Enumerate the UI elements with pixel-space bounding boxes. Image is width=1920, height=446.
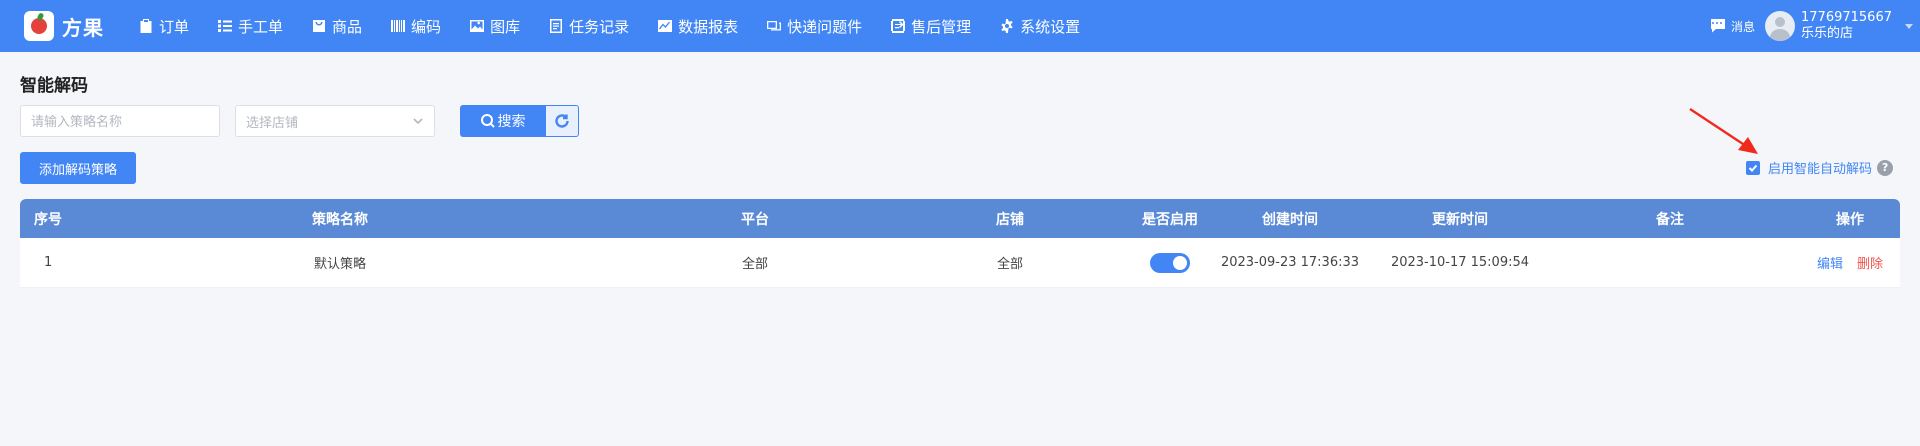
user-store: 乐乐的店: [1801, 26, 1854, 41]
table-row: 1 默认策略 全部 全部 2023-09-23 17:36:33 2023-10…: [20, 238, 1900, 288]
document-icon: [550, 19, 563, 33]
strategy-name-input[interactable]: [20, 105, 220, 137]
store-select-placeholder: 选择店铺: [246, 115, 299, 131]
auto-decode-label: 启用智能自动解码: [1768, 162, 1873, 177]
logo-apple-icon: [24, 11, 54, 41]
search-icon: [480, 114, 495, 128]
col-header-actions: 操作: [1836, 211, 1864, 228]
col-header-updated: 更新时间: [1432, 211, 1488, 228]
image-icon: [470, 20, 485, 32]
col-header-remark: 备注: [1656, 211, 1684, 228]
add-decode-strategy-button[interactable]: 添加解码策略: [20, 152, 136, 184]
col-header-platform: 平台: [741, 211, 769, 228]
nav-item-data-reports[interactable]: 数据报表: [643, 0, 752, 52]
list-icon: [218, 20, 233, 32]
caret-down-icon: [1905, 24, 1913, 29]
auto-decode-toggle[interactable]: 启用智能自动解码 ?: [1746, 158, 1894, 177]
cell-platform: 全部: [741, 257, 768, 272]
auto-decode-checkbox[interactable]: [1746, 160, 1760, 175]
exchange-icon: [891, 19, 906, 33]
nav-item-after-sales[interactable]: 售后管理: [876, 0, 985, 52]
package-icon: [767, 21, 782, 31]
nav-item-codes[interactable]: 编码: [376, 0, 455, 52]
user-menu-toggle[interactable]: [1898, 0, 1920, 52]
bag-icon: [313, 20, 326, 32]
cell-name: 默认策略: [313, 257, 366, 272]
top-nav-bar: 方果 订单 手工单 商品 编码 图库 任务记录 数据报表 快递问题件 售后管理 …: [0, 0, 1920, 52]
message-icon: [1711, 19, 1725, 33]
messages-button[interactable]: 消息: [1709, 17, 1755, 35]
page-title: 智能解码: [20, 76, 88, 96]
nav-item-express-issues[interactable]: 快递问题件: [752, 0, 876, 52]
nav-item-products[interactable]: 商品: [297, 0, 376, 52]
nav-item-task-records[interactable]: 任务记录: [534, 0, 643, 52]
nav-item-gallery[interactable]: 图库: [455, 0, 534, 52]
brand-logo[interactable]: 方果: [24, 11, 124, 41]
refresh-icon: [555, 114, 569, 128]
user-info[interactable]: 17769715667 乐乐的店: [1801, 10, 1892, 42]
avatar[interactable]: [1765, 11, 1796, 41]
clipboard-icon: [140, 19, 152, 33]
nav-item-orders[interactable]: 订单: [124, 0, 203, 52]
edit-link[interactable]: 编辑: [1817, 257, 1843, 272]
chart-icon: [658, 20, 673, 32]
table-header: 序号 策略名称 平台 店铺 是否启用 创建时间 更新时间 备注 操作: [20, 199, 1900, 238]
brand-name: 方果: [62, 15, 104, 40]
refresh-button[interactable]: [545, 105, 579, 137]
help-icon[interactable]: ?: [1877, 159, 1894, 176]
header-right: 消息 17769715667 乐乐的店: [1709, 0, 1920, 52]
gear-icon: [1001, 19, 1013, 33]
strategy-table: 序号 策略名称 平台 店铺 是否启用 创建时间 更新时间 备注 操作 1 默认策…: [20, 199, 1900, 288]
main-nav: 订单 手工单 商品 编码 图库 任务记录 数据报表 快递问题件 售后管理 系统设…: [124, 0, 1094, 52]
enabled-switch[interactable]: [1150, 252, 1190, 273]
delete-link[interactable]: 删除: [1857, 257, 1883, 272]
store-select[interactable]: 选择店铺: [235, 105, 435, 137]
cell-updated: 2023-10-17 15:09:54: [1390, 255, 1530, 270]
col-header-name: 策略名称: [312, 211, 368, 228]
check-icon: [1748, 164, 1758, 172]
nav-item-manual-orders[interactable]: 手工单: [203, 0, 297, 52]
cell-actions: 编辑 删除: [1800, 253, 1900, 272]
user-phone: 17769715667: [1801, 10, 1892, 25]
search-button[interactable]: 搜索: [460, 105, 545, 137]
chevron-down-icon: [412, 115, 424, 127]
nav-item-settings[interactable]: 系统设置: [985, 0, 1094, 52]
barcode-icon: [391, 20, 406, 32]
annotation-arrow-icon: [1689, 107, 1758, 154]
